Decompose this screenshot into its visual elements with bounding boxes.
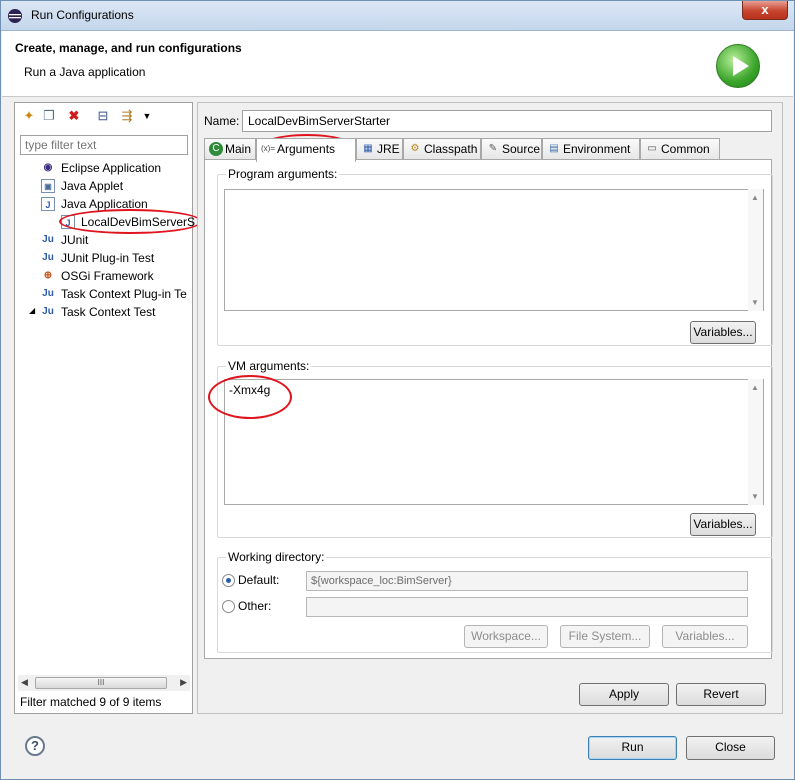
task-context-test-icon: Ju: [42, 306, 54, 317]
tab-common[interactable]: ▭ Common: [640, 138, 720, 160]
eclipse-application-icon: ◉: [43, 162, 53, 173]
scroll-up-icon[interactable]: ▲: [751, 383, 759, 392]
program-variables-button[interactable]: Variables...: [690, 321, 756, 344]
java-applet-icon: ▣: [41, 179, 55, 193]
default-radio[interactable]: [222, 574, 235, 587]
program-args-scrollbar[interactable]: ▲ ▼: [748, 189, 763, 311]
vm-arguments-label: VM arguments:: [226, 359, 312, 373]
default-directory-field: [306, 571, 748, 591]
tab-environment[interactable]: ▤ Environment: [542, 138, 640, 160]
scroll-thumb[interactable]: III: [35, 677, 167, 689]
duplicate-icon[interactable]: ❐: [41, 108, 57, 124]
delete-icon[interactable]: ✖: [66, 108, 82, 124]
eclipse-icon: [8, 9, 22, 23]
config-tabs: C Main (x)= Arguments ▦ JRE ⚙ Classpath …: [204, 138, 774, 162]
tab-arguments[interactable]: (x)= Arguments: [256, 138, 356, 162]
new-configuration-icon[interactable]: ✦: [21, 108, 37, 124]
java-launch-icon: J: [61, 215, 75, 229]
configuration-editor-panel: Name: C Main (x)= Arguments ▦ JRE ⚙ Clas…: [197, 102, 783, 714]
junit-plugin-icon: Ju: [42, 252, 54, 263]
osgi-icon: ⊕: [43, 270, 53, 281]
vm-arguments-field[interactable]: -Xmx4g: [224, 379, 764, 505]
revert-button[interactable]: Revert: [676, 683, 766, 706]
arguments-tab-body: Program arguments: ▲ ▼ Variables... VM a…: [204, 159, 773, 659]
jre-tab-icon: ▦: [363, 143, 373, 154]
vm-args-scrollbar[interactable]: ▲ ▼: [748, 379, 763, 505]
file-system-button[interactable]: File System...: [560, 625, 650, 648]
java-application-icon: J: [41, 197, 55, 211]
filter-status: Filter matched 9 of 9 items: [20, 695, 162, 709]
program-arguments-label: Program arguments:: [226, 167, 340, 181]
close-button[interactable]: Close: [686, 736, 775, 760]
tab-source[interactable]: ✎ Source: [481, 138, 542, 160]
filter-input[interactable]: [20, 135, 188, 155]
title-bar: Run Configurations x: [1, 1, 794, 31]
run-configurations-dialog: Run Configurations x Create, manage, and…: [0, 0, 795, 780]
vm-variables-button[interactable]: Variables...: [690, 513, 756, 536]
window-close-button[interactable]: x: [742, 1, 788, 20]
header-title: Create, manage, and run configurations: [15, 41, 242, 55]
window-title: Run Configurations: [31, 8, 134, 22]
header-subtitle: Run a Java application: [24, 65, 146, 79]
configurations-tree-panel: ✦ ❐ ✖ ⊟ ⇶ ▼ ◉ Eclipse Application ▣ Java…: [14, 102, 202, 714]
arguments-tab-icon: (x)=: [261, 144, 275, 153]
program-arguments-group: Program arguments: ▲ ▼ Variables...: [217, 167, 773, 346]
run-button[interactable]: Run: [588, 736, 677, 760]
workspace-button[interactable]: Workspace...: [464, 625, 548, 648]
main-tab-icon: C: [209, 142, 223, 156]
default-radio-label: Default:: [238, 573, 280, 587]
scroll-down-icon[interactable]: ▼: [751, 492, 759, 501]
tree-horizontal-scrollbar[interactable]: ◀ III ▶: [18, 675, 190, 691]
apply-button[interactable]: Apply: [579, 683, 669, 706]
junit-icon: Ju: [42, 234, 54, 245]
working-directory-label: Working directory:: [226, 550, 327, 564]
tab-jre[interactable]: ▦ JRE: [356, 138, 403, 160]
help-icon[interactable]: ?: [25, 736, 45, 756]
other-radio-label: Other:: [238, 599, 272, 613]
other-directory-field[interactable]: [306, 597, 748, 617]
scroll-right-icon[interactable]: ▶: [180, 677, 187, 688]
collapse-all-icon[interactable]: ⊟: [95, 108, 111, 124]
working-directory-group: Working directory: Default: Other: Works…: [217, 550, 773, 653]
working-dir-variables-button[interactable]: Variables...: [662, 625, 748, 648]
scroll-down-icon[interactable]: ▼: [751, 298, 759, 307]
expand-arrow-icon[interactable]: ◢: [29, 306, 35, 315]
classpath-tab-icon: ⚙: [410, 143, 420, 154]
tree-toolbar: ✦ ❐ ✖ ⊟ ⇶ ▼: [15, 103, 192, 129]
common-tab-icon: ▭: [647, 143, 657, 154]
vm-arguments-group: VM arguments: -Xmx4g ▲ ▼ Variables...: [208, 359, 773, 538]
chevron-down-icon[interactable]: ▼: [139, 108, 155, 124]
name-label: Name:: [204, 114, 240, 128]
dialog-header: Create, manage, and run configurations R…: [2, 31, 793, 97]
run-logo-icon: [716, 44, 760, 88]
scroll-left-icon[interactable]: ◀: [21, 677, 28, 688]
filter-icon[interactable]: ⇶: [119, 108, 135, 124]
tab-main[interactable]: C Main: [204, 138, 256, 160]
program-arguments-field[interactable]: [224, 189, 764, 311]
environment-tab-icon: ▤: [549, 143, 559, 154]
source-tab-icon: ✎: [488, 143, 498, 154]
scroll-up-icon[interactable]: ▲: [751, 193, 759, 202]
tab-classpath[interactable]: ⚙ Classpath: [403, 138, 481, 160]
task-context-plugin-icon: Ju: [42, 288, 54, 299]
name-field[interactable]: [242, 110, 772, 132]
other-radio[interactable]: [222, 600, 235, 613]
